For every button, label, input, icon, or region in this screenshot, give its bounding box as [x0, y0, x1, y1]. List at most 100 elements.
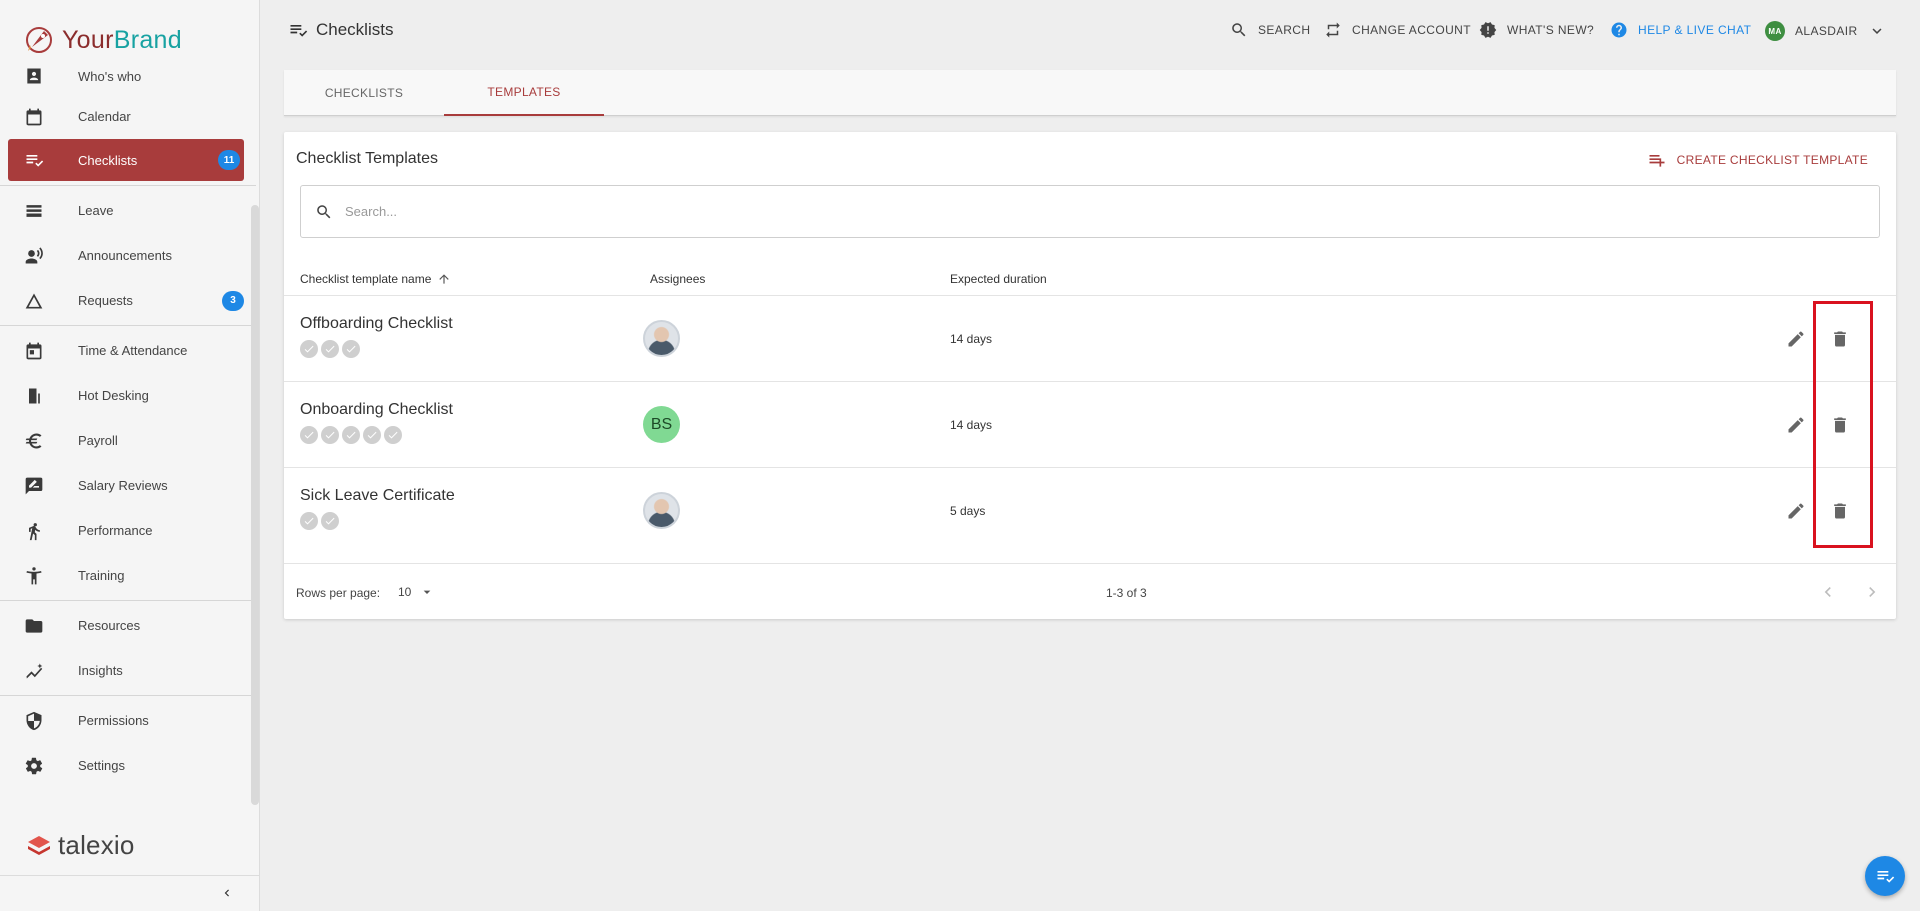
assignee-avatar: BS	[643, 406, 680, 443]
time-attendance-icon	[24, 341, 44, 361]
pencil-icon	[1788, 331, 1804, 347]
sidebar-item-hot-desking[interactable]: Hot Desking	[0, 373, 250, 418]
assignee-avatar	[643, 320, 680, 357]
requests-icon	[24, 291, 44, 311]
create-checklist-template-label: CREATE CHECKLIST TEMPLATE	[1676, 153, 1868, 167]
pencil-icon	[1788, 417, 1804, 433]
page-title: Checklists	[288, 20, 393, 40]
change-account-label: CHANGE ACCOUNT	[1352, 23, 1471, 37]
search-icon	[1232, 23, 1246, 37]
edit-template-button[interactable]	[1786, 501, 1806, 521]
edit-template-button[interactable]	[1786, 329, 1806, 349]
next-page-button[interactable]	[1862, 582, 1882, 602]
edit-template-button[interactable]	[1786, 415, 1806, 435]
template-search-field[interactable]	[300, 185, 1880, 238]
sidebar-item-label: Payroll	[78, 433, 118, 448]
checklist-icon	[1877, 871, 1895, 883]
chevron-down-icon	[1872, 28, 1882, 34]
sidebar-item-label: Leave	[78, 203, 114, 218]
sidebar-item-label: Insights	[78, 663, 123, 678]
check-circle-icon	[321, 512, 339, 530]
calendar-icon	[24, 107, 44, 127]
sidebar-item-label: Announcements	[78, 248, 172, 263]
checklist-icon	[24, 150, 44, 170]
user-avatar: MA	[1765, 21, 1785, 41]
top-header: Checklists SEARCH CHANGE ACCOUNT WHAT'S …	[260, 0, 1920, 64]
column-header-name[interactable]: Checklist template name	[300, 272, 451, 286]
sidebar-item-requests[interactable]: Requests 3	[0, 278, 250, 323]
table-row[interactable]: Sick Leave Certificate 5 days	[284, 467, 1896, 553]
collapse-sidebar-button[interactable]	[0, 875, 260, 911]
checklist-fab-button[interactable]	[1865, 856, 1905, 896]
brand-your: Your	[62, 25, 114, 54]
sidebar-item-time-attendance[interactable]: Time & Attendance	[0, 328, 250, 373]
sidebar-item-label: Permissions	[78, 713, 149, 728]
sidebar-item-announcements[interactable]: Announcements	[0, 233, 250, 278]
column-header-duration: Expected duration	[950, 272, 1047, 286]
check-circle-icon	[321, 426, 339, 444]
sidebar-item-label: Time & Attendance	[78, 343, 188, 358]
salary-reviews-icon	[24, 476, 44, 496]
header-search-button[interactable]: SEARCH	[1230, 21, 1310, 39]
brand-brand: Brand	[113, 25, 182, 54]
rocket-icon	[26, 27, 52, 53]
sidebar-item-label: Calendar	[78, 109, 131, 124]
checklist-icon	[290, 25, 308, 37]
sidebar-item-training[interactable]: Training	[0, 553, 250, 598]
tab-checklists[interactable]: CHECKLISTS	[284, 70, 444, 116]
tab-bar: CHECKLISTS TEMPLATES	[284, 70, 1896, 116]
sidebar: YourBrand Who's who Calendar Checklists …	[0, 0, 260, 911]
playlist-add-icon	[1649, 155, 1665, 167]
sidebar-item-insights[interactable]: Insights	[0, 648, 250, 693]
user-menu[interactable]: MA ALASDAIR	[1765, 21, 1886, 41]
sort-arrow-up-icon	[439, 274, 450, 284]
leave-icon	[24, 201, 44, 221]
talexio-wordmark: talexio	[58, 830, 135, 860]
swap-icon	[1326, 22, 1340, 38]
sidebar-item-payroll[interactable]: Payroll	[0, 418, 250, 463]
whats-new-button[interactable]: WHAT'S NEW?	[1479, 21, 1594, 39]
column-header-label: Expected duration	[950, 272, 1047, 286]
sidebar-item-label: Hot Desking	[78, 388, 149, 403]
check-circle-icon	[300, 512, 318, 530]
sidebar-item-settings[interactable]: Settings	[0, 743, 250, 788]
sidebar-nav: Who's who Calendar Checklists 11 Leave A…	[0, 58, 256, 788]
table-row[interactable]: Onboarding Checklist BS 14 days	[284, 381, 1896, 467]
templates-card: Checklist Templates CREATE CHECKLIST TEM…	[284, 132, 1896, 619]
sidebar-scrollbar[interactable]	[251, 205, 259, 805]
sidebar-item-permissions[interactable]: Permissions	[0, 698, 250, 743]
brand-logo[interactable]: YourBrand	[22, 22, 182, 58]
nav-divider	[0, 325, 256, 326]
help-live-chat-button[interactable]: HELP & LIVE CHAT	[1610, 21, 1751, 39]
check-circle-icon	[363, 426, 381, 444]
hot-desking-icon	[24, 386, 44, 406]
chevron-right-icon	[1869, 587, 1876, 597]
new-release-icon	[1479, 22, 1497, 38]
template-name: Sick Leave Certificate	[300, 487, 455, 504]
table-row[interactable]: Offboarding Checklist 14 days	[284, 295, 1896, 381]
sidebar-item-whos-who[interactable]: Who's who	[0, 58, 250, 94]
create-checklist-template-button[interactable]: CREATE CHECKLIST TEMPLATE	[1647, 150, 1868, 170]
whats-new-label: WHAT'S NEW?	[1507, 23, 1595, 37]
sidebar-item-leave[interactable]: Leave	[0, 188, 250, 233]
talexio-logo: talexio	[26, 830, 135, 861]
page-title-text: Checklists	[316, 20, 394, 39]
rows-per-page-value: 10	[398, 585, 412, 599]
pagination-range: 1-3 of 3	[1106, 586, 1147, 600]
template-search-input[interactable]	[345, 204, 1845, 219]
tab-templates[interactable]: TEMPLATES	[444, 70, 604, 116]
sidebar-item-resources[interactable]: Resources	[0, 603, 250, 648]
change-account-button[interactable]: CHANGE ACCOUNT	[1324, 21, 1471, 39]
previous-page-button[interactable]	[1818, 582, 1838, 602]
sidebar-item-label: Who's who	[78, 68, 142, 84]
rows-per-page-select[interactable]: 10	[398, 584, 435, 600]
nav-divider	[0, 185, 256, 186]
sidebar-item-checklists[interactable]: Checklists 11	[8, 139, 244, 181]
sidebar-item-salary-reviews[interactable]: Salary Reviews	[0, 463, 250, 508]
sidebar-item-performance[interactable]: Performance	[0, 508, 250, 553]
check-circle-icon	[321, 340, 339, 358]
sidebar-item-calendar[interactable]: Calendar	[0, 94, 250, 139]
requests-count-badge: 3	[222, 290, 244, 311]
checklists-count-badge: 11	[218, 150, 240, 170]
sidebar-item-label: Requests	[78, 293, 133, 308]
